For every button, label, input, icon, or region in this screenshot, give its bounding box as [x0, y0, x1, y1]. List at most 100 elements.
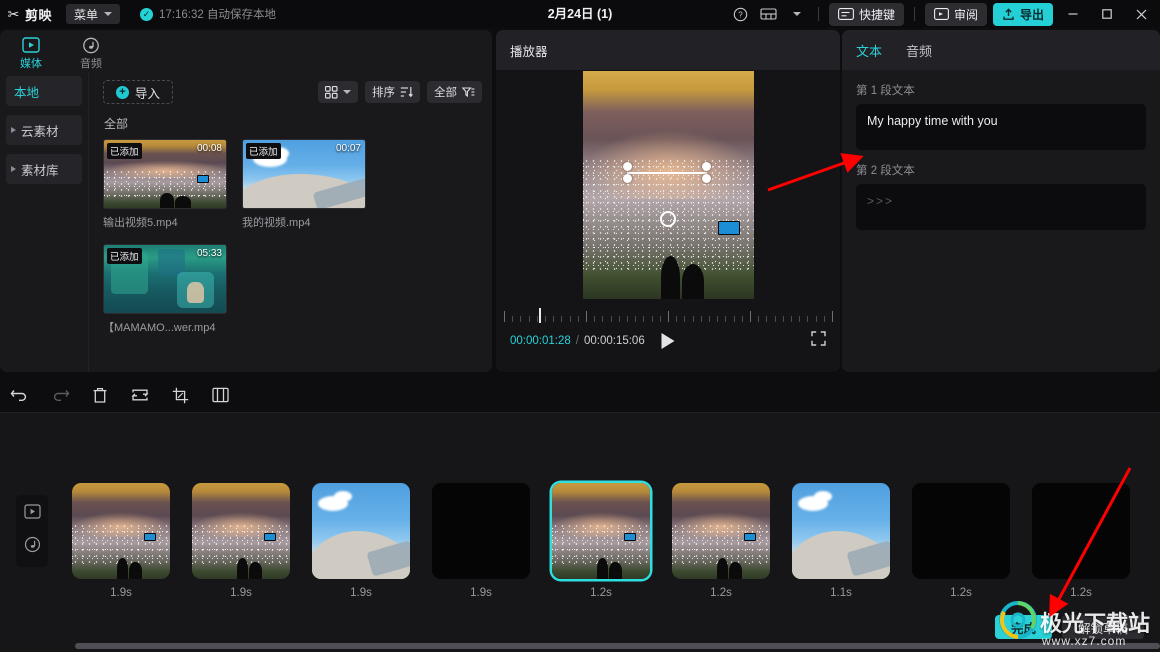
media-body: 本地 云素材 素材库 + 导入 排序 全部 全部 已添加 00:08 输出视频5… — [0, 72, 492, 372]
ruler-tick — [807, 316, 809, 322]
timeline-area[interactable]: 1.9s 1.9s 1.9s 1.9s 1.2s 1.2s 1.1s 1.2s 1.2s — [0, 413, 1160, 652]
video-track-icon[interactable] — [22, 501, 42, 521]
sidebar-item-library[interactable]: 素材库 — [6, 154, 82, 184]
finish-button[interactable]: 完成 — [995, 615, 1053, 639]
replace-loop-icon[interactable] — [120, 378, 160, 412]
player-panel: 播放器 00:00:01:28 / 00:00:15:06 — [496, 30, 840, 372]
timeline-clip[interactable]: 1.2s — [552, 483, 650, 599]
text-field-1[interactable]: My happy time with you — [856, 104, 1146, 150]
text-field-2[interactable]: >>> — [856, 184, 1146, 230]
filter-button[interactable]: 全部 — [427, 81, 482, 103]
timeline-clip-duration: 1.1s — [830, 587, 852, 599]
track-controls — [16, 495, 48, 567]
media-item[interactable]: 已添加 00:07 我的视频.mp4 — [242, 139, 366, 230]
redo-arrow-icon[interactable] — [40, 378, 80, 412]
play-triangle-icon[interactable] — [661, 333, 675, 349]
keyboard-icon — [838, 8, 854, 20]
tab-media[interactable]: 媒体 — [12, 36, 50, 72]
ruler-tick — [758, 316, 760, 322]
player-ruler[interactable] — [504, 306, 833, 324]
crop-icon[interactable] — [160, 378, 200, 412]
ruler-tick — [791, 316, 792, 322]
review-label: 审阅 — [953, 7, 978, 22]
rotate-handle-icon[interactable] — [660, 211, 676, 227]
import-button[interactable]: + 导入 — [103, 80, 174, 104]
horizontal-scrollbar[interactable] — [75, 643, 1160, 649]
added-badge: 已添加 — [246, 143, 281, 159]
svg-text:?: ? — [739, 10, 744, 19]
menu-button[interactable]: 菜单 — [66, 4, 121, 24]
split-view-icon[interactable] — [200, 378, 240, 412]
fullscreen-icon[interactable] — [811, 331, 826, 351]
text-panel-tabs: 文本 音频 — [842, 30, 1160, 70]
sidebar-item-label: 素材库 — [21, 163, 59, 178]
maximize-button[interactable] — [1090, 0, 1124, 28]
shortcut-button[interactable]: 快捷键 — [828, 2, 904, 26]
timeline-clip-duration: 1.9s — [110, 587, 132, 599]
media-item-name: 输出视频5.mp4 — [103, 217, 178, 229]
audio-track-icon[interactable] — [22, 534, 42, 554]
ruler-tick — [684, 316, 686, 322]
ruler-tick — [520, 316, 522, 322]
sidebar-item-local[interactable]: 本地 — [6, 76, 82, 106]
help-circle-icon[interactable]: ? — [727, 3, 755, 25]
text-selection-box[interactable] — [622, 162, 711, 183]
timeline-clip[interactable]: 1.9s — [72, 483, 170, 599]
player-controls: 00:00:01:28 / 00:00:15:06 — [496, 324, 840, 358]
timeline-clip-thumbnail — [912, 483, 1010, 579]
ruler-tick — [774, 316, 776, 322]
view-mode-button[interactable] — [318, 81, 358, 103]
chevron-down-icon-layout[interactable] — [783, 3, 811, 25]
selection-handle-right[interactable] — [701, 162, 711, 171]
trash-icon[interactable] — [80, 378, 120, 412]
timeline-clip[interactable]: 1.2s — [672, 483, 770, 599]
text-field-2-label: 第 2 段文本 — [856, 165, 915, 177]
tab-media-label: 媒体 — [20, 58, 42, 70]
media-item[interactable]: 已添加 00:08 输出视频5.mp4 — [103, 139, 227, 230]
app-logo: ✂ 剪映 — [6, 5, 52, 24]
undo-arrow-icon[interactable] — [0, 378, 40, 412]
autosave-text: 17:16:32 自动保存本地 — [159, 9, 276, 21]
layout-icon[interactable] — [755, 3, 783, 25]
sort-button[interactable]: 排序 — [365, 81, 420, 103]
timeline-clip[interactable]: 1.2s — [1032, 483, 1130, 599]
tab-audio[interactable]: 音频 — [72, 36, 110, 72]
timeline-clip[interactable]: 1.1s — [792, 483, 890, 599]
audio-note-icon — [81, 36, 101, 54]
timeline-clip[interactable]: 1.9s — [192, 483, 290, 599]
video-preview-area[interactable] — [496, 70, 840, 300]
media-thumbnail: 已添加 00:08 — [103, 139, 227, 209]
ruler-tick — [635, 316, 637, 322]
timeline-clip-duration: 1.9s — [470, 587, 492, 599]
chevron-right-icon — [11, 127, 16, 133]
timeline-clip-duration: 1.9s — [350, 587, 372, 599]
timecode-separator: / — [575, 335, 579, 347]
timeline-clip-thumbnail — [672, 483, 770, 579]
unlock-draft-button[interactable]: 解锁草稿 — [1062, 615, 1145, 639]
timeline-clip[interactable]: 1.2s — [912, 483, 1010, 599]
export-button[interactable]: 导出 — [992, 2, 1053, 26]
close-button[interactable] — [1124, 0, 1158, 28]
selection-handle-left[interactable] — [622, 162, 632, 171]
sidebar-item-cloud[interactable]: 云素材 — [6, 115, 82, 145]
selection-handle-bottom-left[interactable] — [622, 174, 632, 183]
minimize-button[interactable] — [1056, 0, 1090, 28]
ruler-tick — [618, 316, 620, 322]
tab-text[interactable]: 文本 — [856, 41, 882, 60]
tab-audio-right[interactable]: 音频 — [906, 41, 932, 60]
text-field-2-placeholder: >>> — [867, 194, 895, 208]
ruler-tick — [651, 316, 653, 322]
selection-handle-bottom-right[interactable] — [701, 174, 711, 183]
media-thumbnail: 已添加 05:33 — [103, 244, 227, 314]
timeline-clip-duration: 1.2s — [590, 587, 612, 599]
timeline-clip[interactable]: 1.9s — [312, 483, 410, 599]
review-button[interactable]: 审阅 — [924, 2, 987, 26]
media-item[interactable]: 已添加 05:33 【MAMAMO...wer.mp4 — [103, 244, 227, 335]
review-screen-icon — [934, 8, 949, 20]
title-bar: ✂ 剪映 菜单 ✓ 17:16:32 自动保存本地 ? 快捷键 审阅 导出 — [0, 0, 1160, 28]
timeline-clip[interactable]: 1.9s — [432, 483, 530, 599]
playhead[interactable] — [539, 308, 542, 323]
ruler-tick — [832, 311, 833, 322]
ruler-tick — [627, 316, 628, 322]
duration-badge: 05:33 — [196, 248, 222, 259]
